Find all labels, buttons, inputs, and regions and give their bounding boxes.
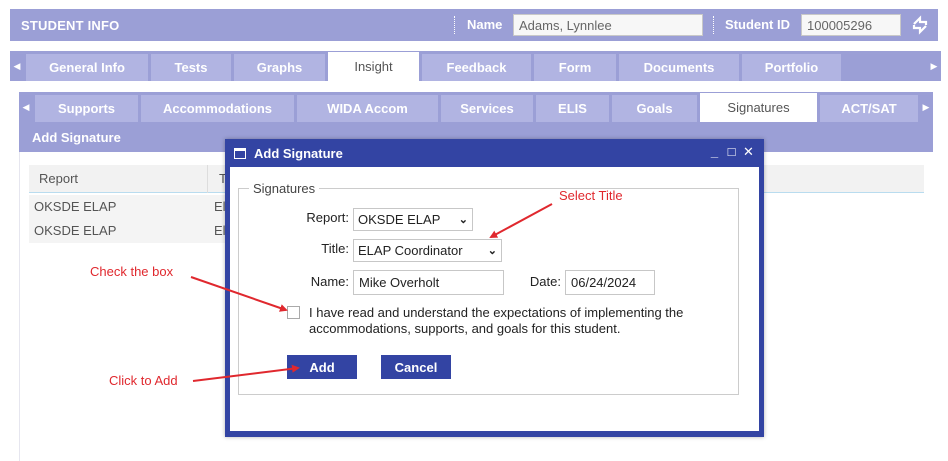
date-input[interactable] — [565, 270, 655, 295]
tab-wida-accom[interactable]: WIDA Accom — [297, 95, 438, 122]
tab-tests[interactable]: Tests — [151, 54, 231, 81]
name-label: Name: — [310, 274, 349, 289]
tabs-scroll-right-icon[interactable]: ▶ — [927, 51, 941, 81]
cell-title: El — [214, 199, 226, 214]
cell-title: El — [214, 223, 226, 238]
tab-form[interactable]: Form — [534, 54, 616, 81]
student-id-label: Student ID — [725, 17, 790, 32]
tab-signatures[interactable]: Signatures — [700, 93, 817, 122]
agree-line-1: I have read and understand the expectati… — [309, 305, 684, 320]
tab-general-info[interactable]: General Info — [26, 54, 148, 81]
column-header-report[interactable]: Report — [39, 171, 78, 186]
tab-services[interactable]: Services — [441, 95, 533, 122]
window-controls: _ □ ✕ — [709, 144, 754, 160]
minimize-icon[interactable]: _ — [709, 144, 720, 160]
dialog-titlebar[interactable]: Add Signature _ □ ✕ — [225, 139, 764, 167]
tab-feedback[interactable]: Feedback — [422, 54, 531, 81]
cell-report: OKSDE ELAP — [34, 223, 117, 238]
chevron-down-icon: ⌄ — [458, 214, 468, 226]
table-row[interactable]: OKSDE ELAP El — [29, 219, 229, 243]
student-id-field[interactable] — [801, 14, 901, 36]
column-divider — [207, 165, 208, 193]
tab-portfolio[interactable]: Portfolio — [742, 54, 841, 81]
window-icon — [234, 147, 246, 159]
dialog-title: Add Signature — [254, 145, 343, 161]
add-button[interactable]: Add — [287, 355, 357, 379]
sub-tab-bar: ◀ Supports Accommodations WIDA Accom Ser… — [19, 92, 933, 122]
tab-documents[interactable]: Documents — [619, 54, 739, 81]
maximize-icon[interactable]: □ — [726, 144, 737, 160]
tab-goals[interactable]: Goals — [612, 95, 697, 122]
student-name-field[interactable] — [513, 14, 703, 36]
annotation-check-box: Check the box — [90, 264, 174, 279]
tabs-scroll-left-icon[interactable]: ◀ — [10, 51, 24, 81]
annotation-click-add: Click to Add — [109, 373, 178, 388]
date-label: Date: — [529, 274, 561, 289]
agree-line-2: accommodations, supports, and goals for … — [309, 321, 621, 336]
header-divider — [454, 16, 455, 34]
tab-act-sat[interactable]: ACT/SAT — [820, 95, 918, 122]
report-select[interactable]: OKSDE ELAP ⌄ — [353, 208, 473, 231]
tab-insight[interactable]: Insight — [328, 52, 419, 81]
subtabs-scroll-left-icon[interactable]: ◀ — [19, 92, 33, 122]
tab-graphs[interactable]: Graphs — [234, 54, 325, 81]
fieldset-legend: Signatures — [249, 181, 320, 196]
header-title: STUDENT INFO — [21, 17, 120, 33]
title-selected-value: ELAP Coordinator — [358, 243, 463, 258]
signatures-fieldset: Signatures Report: OKSDE ELAP ⌄ Title: E… — [238, 181, 739, 395]
header-divider — [713, 16, 714, 34]
tab-accommodations[interactable]: Accommodations — [141, 95, 294, 122]
report-label: Report: — [306, 210, 349, 225]
chevron-down-icon: ⌄ — [487, 245, 497, 257]
name-label: Name — [467, 17, 503, 32]
add-signature-dialog: Add Signature _ □ ✕ Signatures Report: O… — [225, 139, 764, 437]
dialog-body: Signatures Report: OKSDE ELAP ⌄ Title: E… — [230, 167, 759, 431]
student-info-header: STUDENT INFO Name Student ID — [10, 9, 938, 41]
tab-elis[interactable]: ELIS — [536, 95, 609, 122]
title-label: Title: — [321, 241, 349, 256]
subtabs-scroll-right-icon[interactable]: ▶ — [919, 92, 933, 122]
table-row[interactable]: OKSDE ELAP El — [29, 195, 229, 219]
cell-report: OKSDE ELAP — [34, 199, 117, 214]
agree-checkbox[interactable] — [287, 306, 300, 319]
main-tab-bar: ◀ General Info Tests Graphs Insight Feed… — [10, 51, 941, 81]
signer-name-input[interactable] — [353, 270, 504, 295]
title-select[interactable]: ELAP Coordinator ⌄ — [353, 239, 502, 262]
sync-arrows-icon[interactable] — [910, 15, 930, 35]
annotation-select-title: Select Title — [559, 188, 623, 203]
agree-statement: I have read and understand the expectati… — [309, 305, 739, 337]
report-selected-value: OKSDE ELAP — [358, 212, 441, 227]
close-icon[interactable]: ✕ — [743, 144, 754, 160]
tab-supports[interactable]: Supports — [35, 95, 138, 122]
cancel-button[interactable]: Cancel — [381, 355, 451, 379]
